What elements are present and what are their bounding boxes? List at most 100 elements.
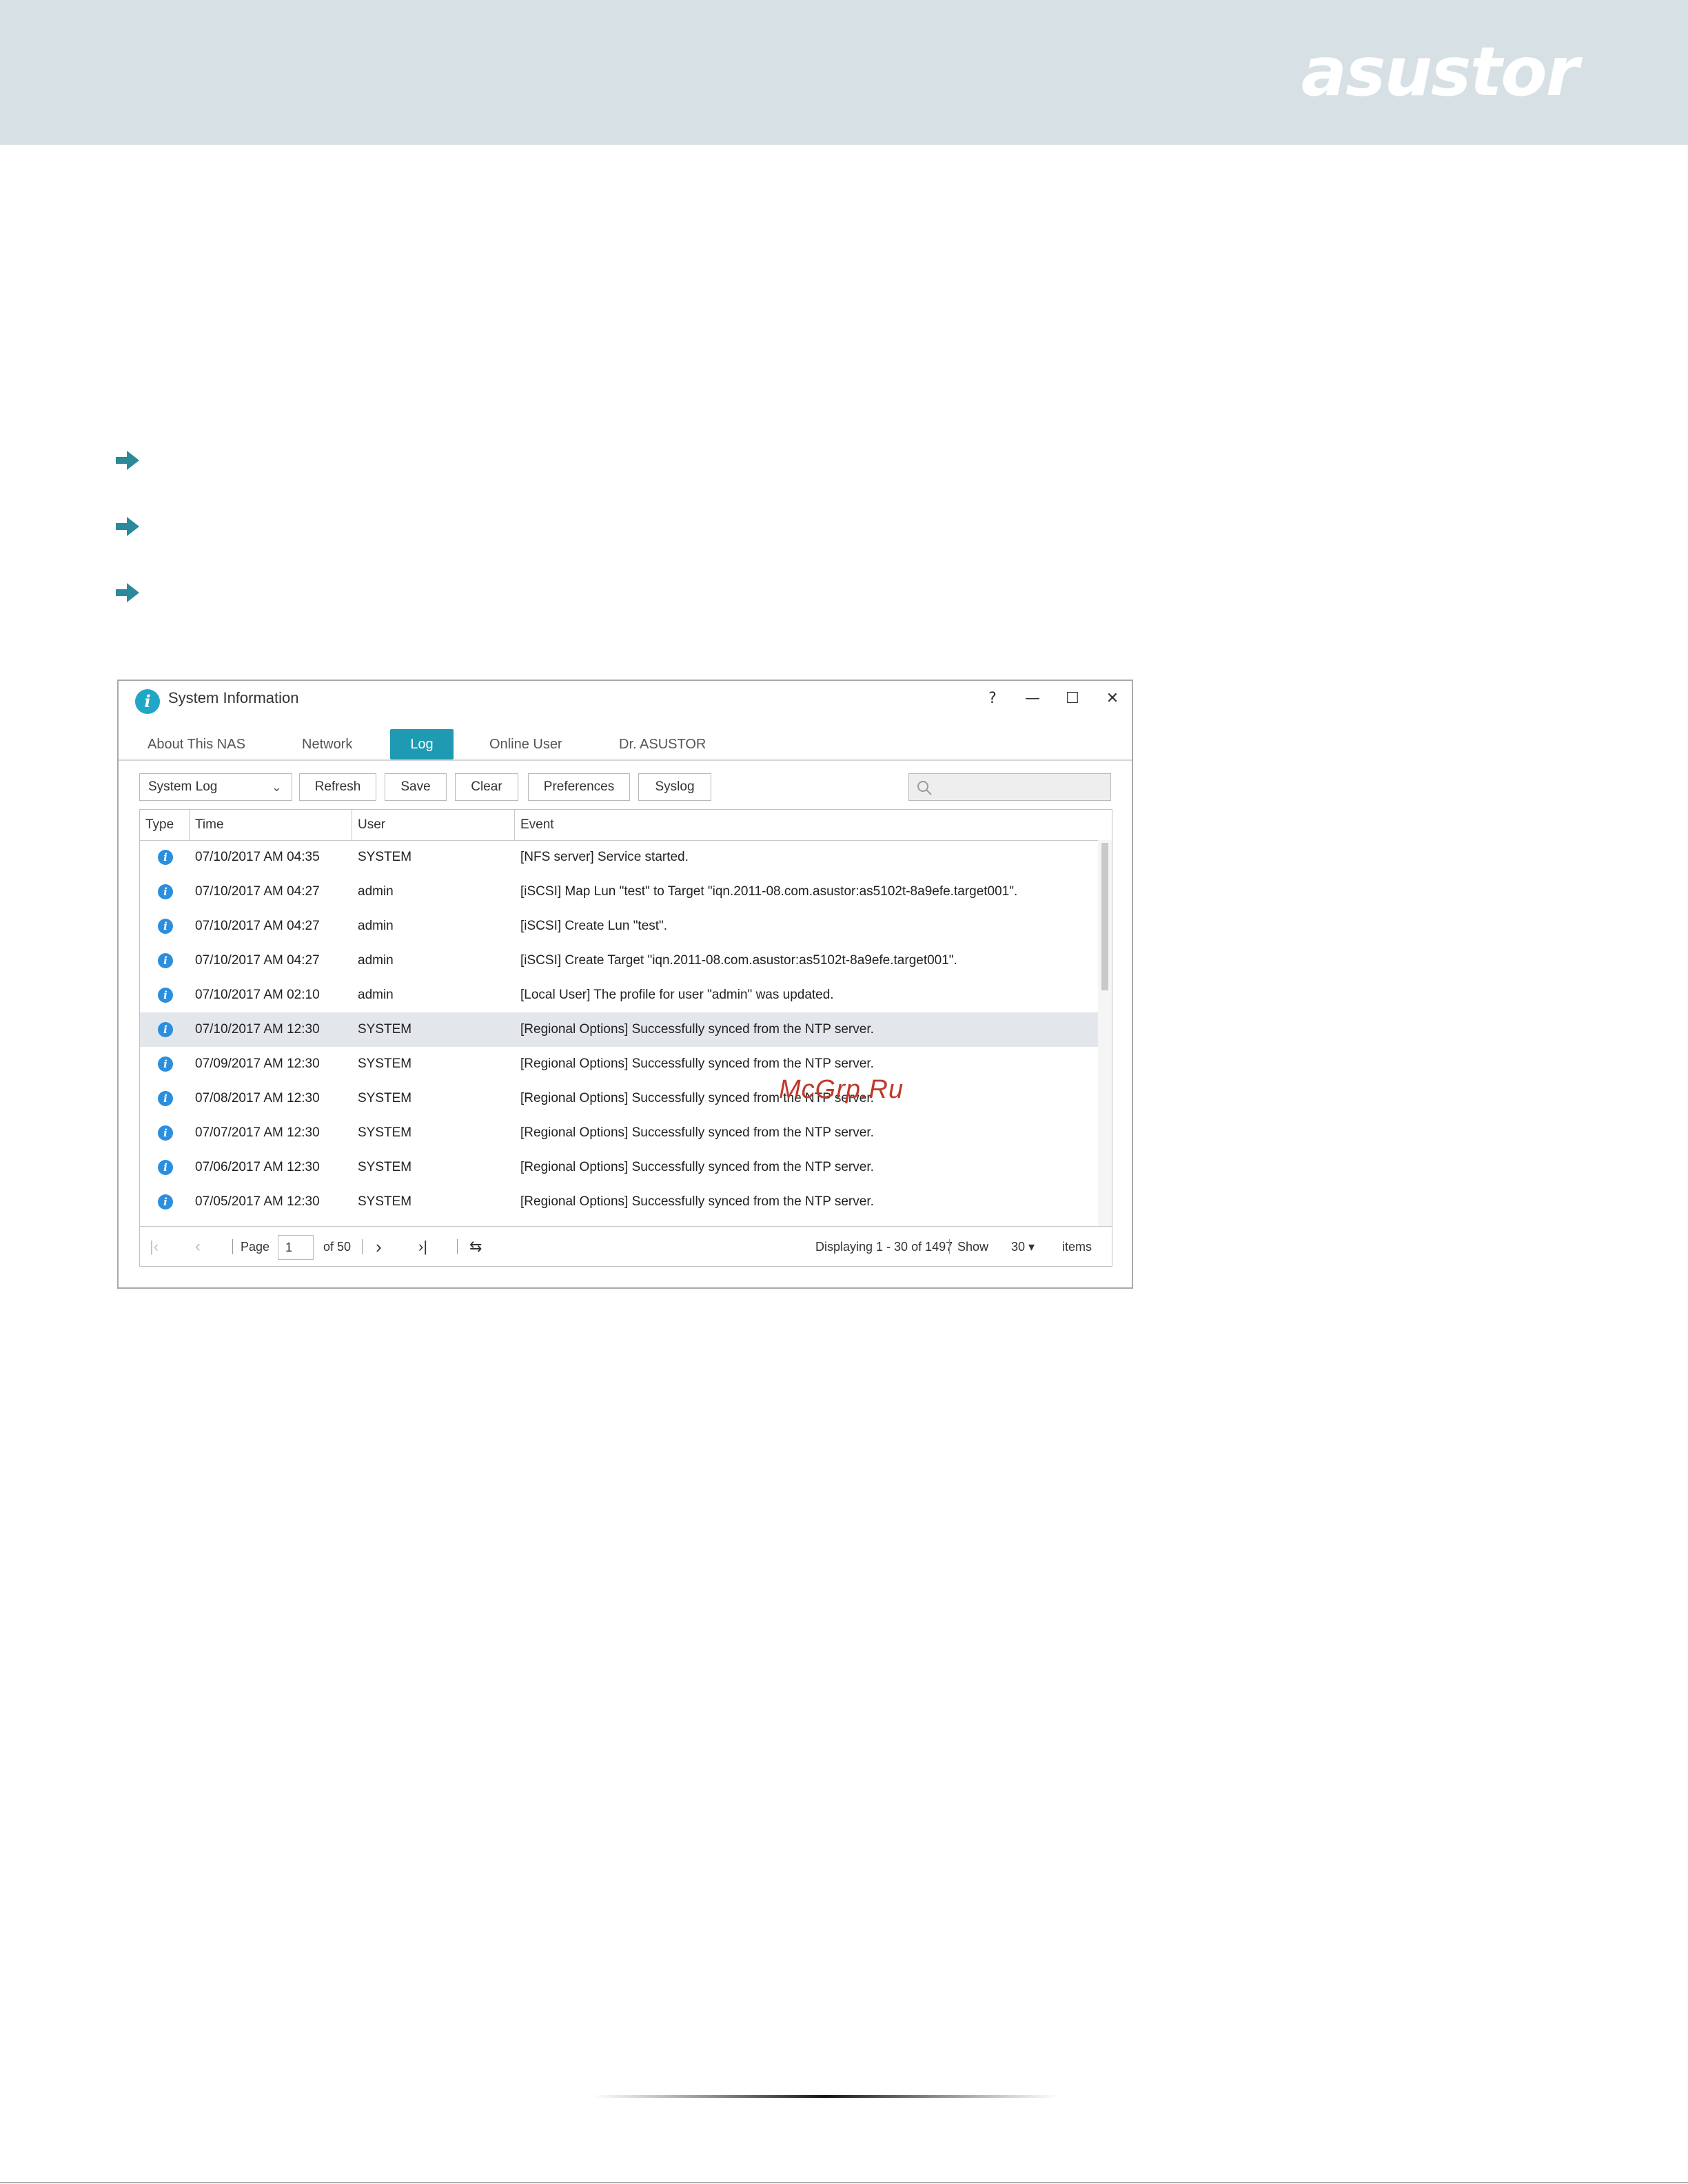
refresh-button[interactable]: Refresh	[299, 773, 376, 801]
page-size-value: 30	[1011, 1240, 1026, 1254]
cell-user: SYSTEM	[358, 850, 412, 864]
tab-dr-asustor[interactable]: Dr. ASUSTOR	[609, 729, 715, 759]
pagination-bar: |‹ ‹ Page 1 of 50 › ›| ⇆ Displaying 1 - …	[140, 1226, 1112, 1266]
cell-event: [iSCSI] Create Target "iqn.2011-08.com.a…	[520, 953, 957, 968]
cell-time: 07/08/2017 AM 12:30	[195, 1091, 320, 1105]
minimize-icon[interactable]: —	[1019, 685, 1046, 713]
cell-user: admin	[358, 953, 394, 968]
arrow-right-icon	[116, 517, 139, 536]
cell-event: [Regional Options] Successfully synced f…	[520, 1022, 874, 1037]
chevron-down-icon: ⌄	[271, 780, 282, 794]
cell-time: 07/10/2017 AM 04:35	[195, 850, 320, 864]
show-label: Show	[957, 1240, 989, 1254]
column-user[interactable]: User	[352, 810, 515, 840]
page-header-band: asustor	[0, 0, 1688, 145]
table-row[interactable]: i 07/10/2017 AM 04:35 SYSTEM [NFS server] S…	[140, 840, 1098, 875]
info-icon: i	[158, 850, 173, 865]
arrow-right-icon	[116, 583, 139, 602]
cell-user: SYSTEM	[358, 1057, 412, 1071]
tab-online-user[interactable]: Online User	[480, 729, 572, 759]
table-row[interactable]: i 07/07/2017 AM 12:30 SYSTEM [Regional Opti…	[140, 1116, 1098, 1150]
table-row[interactable]: i 07/09/2017 AM 12:30 SYSTEM [Regional Opti…	[140, 1047, 1098, 1081]
footer-divider	[593, 2095, 1059, 2098]
preferences-button[interactable]: Preferences	[528, 773, 630, 801]
search-input[interactable]	[908, 773, 1111, 801]
info-icon: i	[158, 919, 173, 934]
info-icon: i	[158, 1125, 173, 1141]
cell-time: 07/10/2017 AM 12:30	[195, 1022, 320, 1037]
cell-user: SYSTEM	[358, 1091, 412, 1105]
items-label: items	[1062, 1240, 1092, 1254]
log-table: Type Time User Event i 07/10/2017 AM 04:3…	[139, 809, 1112, 1267]
cell-user: SYSTEM	[358, 1022, 412, 1037]
cell-time: 07/10/2017 AM 04:27	[195, 884, 320, 899]
info-icon: i	[158, 988, 173, 1003]
cell-event: [iSCSI] Map Lun "test" to Target "iqn.20…	[520, 884, 1018, 899]
cell-event: [Regional Options] Successfully synced f…	[520, 1219, 874, 1226]
log-type-select[interactable]: System Log ⌄	[139, 773, 292, 801]
vertical-scrollbar[interactable]	[1098, 840, 1112, 1226]
clear-button[interactable]: Clear	[455, 773, 518, 801]
tab-network[interactable]: Network	[292, 729, 362, 759]
close-icon[interactable]: ✕	[1099, 685, 1126, 713]
pager-divider	[232, 1239, 233, 1254]
page-number-input[interactable]: 1	[278, 1235, 314, 1260]
cell-time: 07/10/2017 AM 02:10	[195, 988, 320, 1002]
column-event[interactable]: Event	[515, 810, 1112, 840]
window-titlebar: i System Information ? — ☐ ✕	[119, 681, 1132, 718]
cell-event: [Regional Options] Successfully synced f…	[520, 1125, 874, 1140]
info-icon: i	[158, 1160, 173, 1175]
displaying-count: Displaying 1 - 30 of 1497	[815, 1240, 953, 1254]
window-title: System Information	[168, 689, 299, 706]
table-row[interactable]: i 07/10/2017 AM 04:27 admin [iSCSI] Create …	[140, 909, 1098, 943]
page-size-select[interactable]: 30 ▾	[1011, 1227, 1035, 1266]
table-row[interactable]: i 07/10/2017 AM 12:30 SYSTEM [Regional Opti…	[140, 1012, 1098, 1047]
cell-event: [Regional Options] Successfully synced f…	[520, 1160, 874, 1174]
cell-time: 07/10/2017 AM 04:27	[195, 919, 320, 933]
first-page-icon[interactable]: |‹	[150, 1227, 159, 1266]
cell-time: 07/06/2017 AM 12:30	[195, 1160, 320, 1174]
next-page-icon[interactable]: ›	[376, 1227, 382, 1266]
cell-time: 07/04/2017 AM 12:30	[195, 1219, 320, 1226]
reload-icon[interactable]: ⇆	[469, 1227, 482, 1266]
cell-event: [NFS server] Service started.	[520, 850, 689, 864]
help-icon[interactable]: ?	[979, 685, 1006, 713]
tab-log[interactable]: Log	[390, 729, 454, 759]
cell-event: [iSCSI] Create Lun "test".	[520, 919, 668, 933]
previous-page-icon[interactable]: ‹	[195, 1227, 201, 1266]
cell-time: 07/05/2017 AM 12:30	[195, 1194, 320, 1209]
arrow-right-icon	[116, 451, 139, 470]
table-row[interactable]: i 07/08/2017 AM 12:30 SYSTEM [Regional Opti…	[140, 1081, 1098, 1116]
asustor-logo: asustor	[1301, 33, 1579, 112]
pager-divider	[949, 1239, 950, 1254]
tab-bar: About This NAS Network Log Online User D…	[119, 726, 1132, 761]
table-row[interactable]: i 07/10/2017 AM 04:27 admin [iSCSI] Create …	[140, 943, 1098, 978]
column-time[interactable]: Time	[190, 810, 352, 840]
table-row[interactable]: i 07/05/2017 AM 12:30 SYSTEM [Regional Opti…	[140, 1185, 1098, 1219]
table-header: Type Time User Event	[140, 810, 1112, 841]
scrollbar-thumb[interactable]	[1101, 843, 1108, 990]
system-information-window: i System Information ? — ☐ ✕ About This …	[117, 680, 1133, 1289]
last-page-icon[interactable]: ›|	[418, 1227, 427, 1266]
table-row[interactable]: i 07/06/2017 AM 12:30 SYSTEM [Regional Opti…	[140, 1150, 1098, 1185]
syslog-button[interactable]: Syslog	[638, 773, 711, 801]
save-button[interactable]: Save	[385, 773, 447, 801]
page-label: Page	[241, 1240, 270, 1254]
cell-event: [Local User] The profile for user "admin…	[520, 988, 834, 1002]
cell-user: SYSTEM	[358, 1194, 412, 1209]
column-type[interactable]: Type	[140, 810, 190, 840]
cell-user: admin	[358, 988, 394, 1002]
cell-event: [Regional Options] Successfully synced f…	[520, 1194, 874, 1209]
log-type-value: System Log	[148, 779, 218, 794]
table-row[interactable]: i 07/10/2017 AM 02:10 admin [Local User] Th…	[140, 978, 1098, 1012]
table-row[interactable]: i 07/10/2017 AM 04:27 admin [iSCSI] Map Lun…	[140, 875, 1098, 909]
table-row[interactable]: i07/04/2017 AM 12:30SYSTEM[Regional Opti…	[140, 1219, 1098, 1226]
info-icon: i	[158, 953, 173, 968]
info-icon: i	[158, 1091, 173, 1106]
cell-time: 07/10/2017 AM 04:27	[195, 953, 320, 968]
pager-divider	[457, 1239, 458, 1254]
tab-about-this-nas[interactable]: About This NAS	[138, 729, 255, 759]
maximize-icon[interactable]: ☐	[1059, 685, 1086, 713]
pager-divider	[362, 1239, 363, 1254]
page-count-label: of 50	[323, 1240, 352, 1254]
